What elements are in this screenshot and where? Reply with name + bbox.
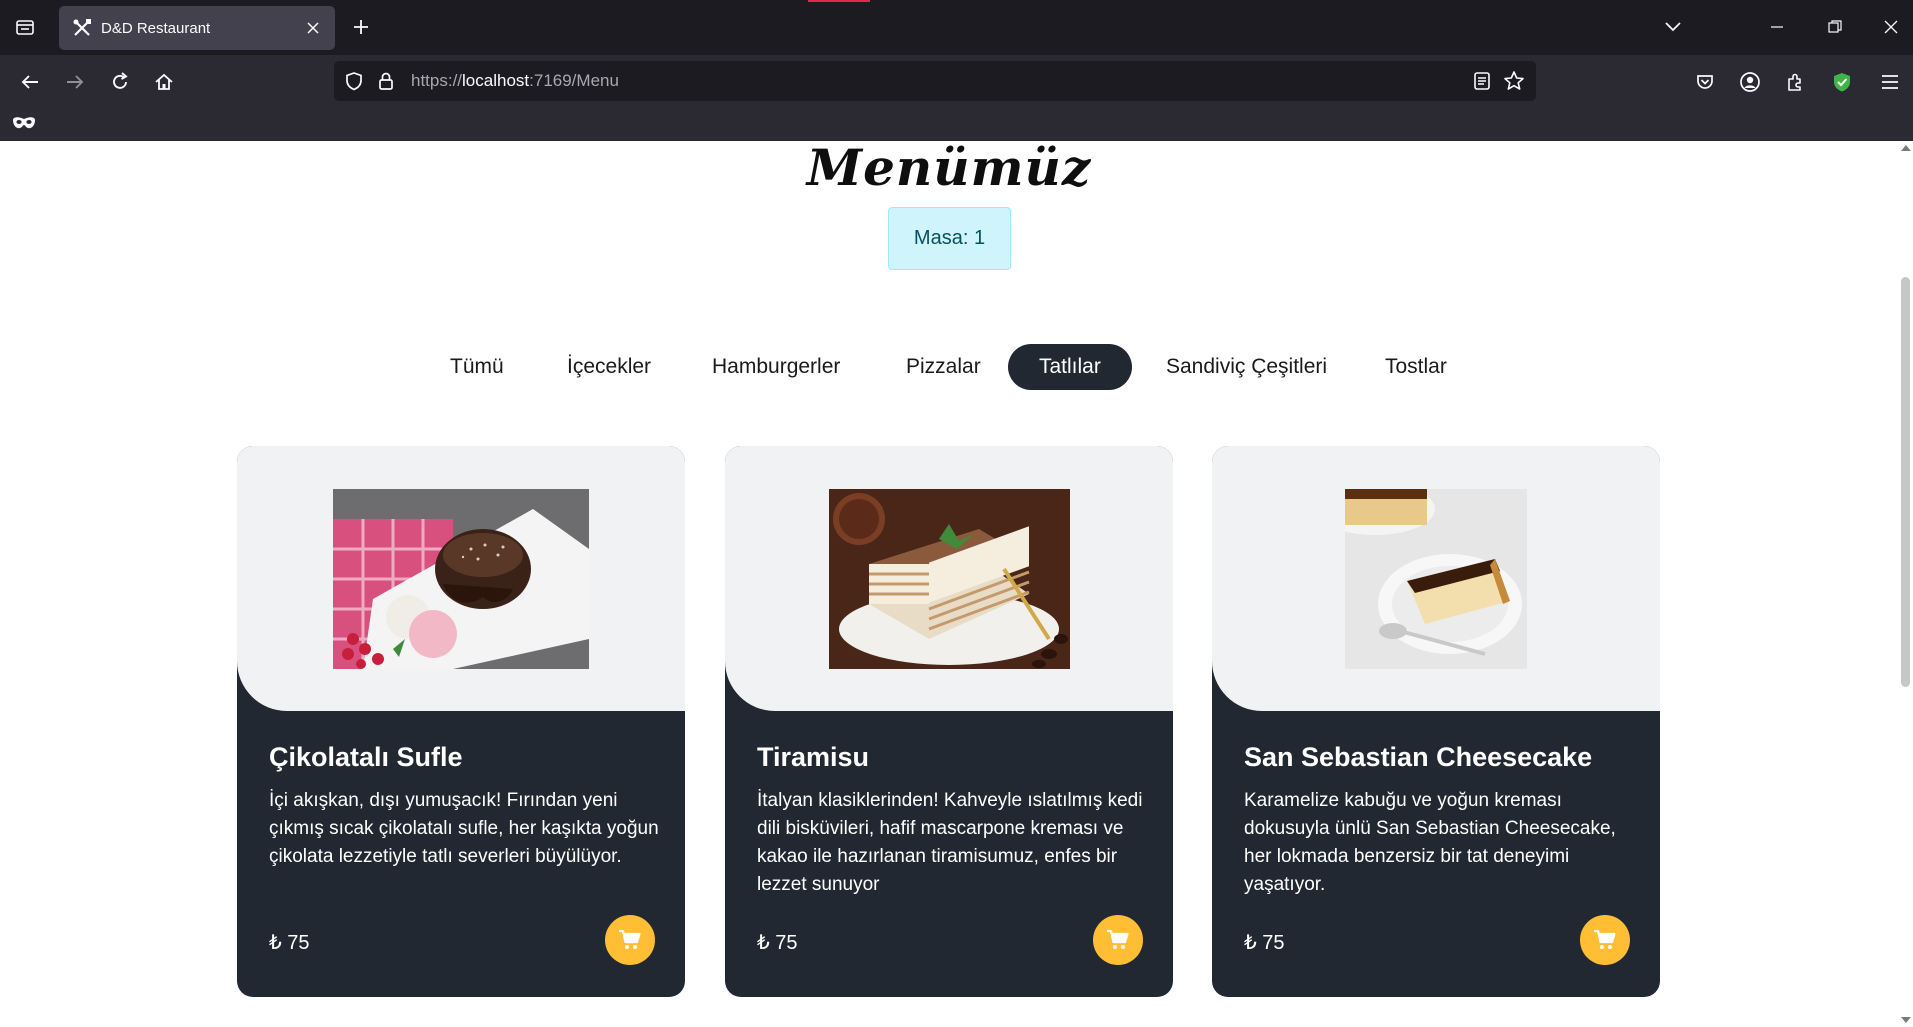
menu-item-card: Tiramisu İtalyan klasiklerinden! Kahveyl… (725, 446, 1173, 997)
restaurant-favicon-icon (71, 17, 93, 39)
restore-icon[interactable] (1822, 14, 1848, 40)
item-name: Çikolatalı Sufle (269, 742, 463, 772)
new-tab-icon[interactable] (348, 14, 374, 40)
reload-icon[interactable] (106, 68, 134, 96)
url-path: :7169/Menu (529, 71, 619, 90)
filter-tumu[interactable]: Tümü (419, 344, 535, 390)
extensions-icon[interactable] (1781, 68, 1809, 96)
url-bar[interactable]: https://localhost:7169/Menu (334, 61, 1536, 101)
list-tabs-icon[interactable] (1660, 14, 1686, 40)
item-price: ₺ 75 (269, 932, 310, 954)
menu-item-card: Çikolatalı Sufle İçi akışkan, dışı yumuş… (237, 446, 685, 997)
back-icon[interactable] (16, 68, 44, 96)
window-close-icon[interactable] (1878, 14, 1904, 40)
pocket-icon[interactable] (1691, 68, 1719, 96)
adblock-icon[interactable] (1828, 68, 1856, 96)
page-viewport: Menümüz Masa: 1 Tümü İçecekler Hamburger… (0, 141, 1898, 1027)
filter-tatlilar[interactable]: Tatlılar (1008, 344, 1132, 390)
filter-icecekler[interactable]: İçecekler (536, 344, 682, 390)
item-image-area (725, 446, 1173, 711)
bookmarks-toolbar (0, 107, 1913, 141)
scroll-up-arrow-icon[interactable] (1901, 145, 1911, 151)
item-description: Karamelize kabuğu ve yoğun kreması dokus… (1244, 790, 1616, 895)
browser-tab-bar: D&D Restaurant (0, 0, 1913, 55)
table-number-badge: Masa: 1 (888, 207, 1011, 270)
scroll-down-arrow-icon[interactable] (1901, 1017, 1911, 1023)
item-description: İçi akışkan, dışı yumuşacık! Fırından ye… (269, 790, 659, 867)
url-scheme: https:// (411, 71, 463, 90)
browser-navigation-bar: https://localhost:7169/Menu (0, 55, 1913, 107)
add-to-cart-button[interactable] (1093, 915, 1143, 965)
browser-tab-active[interactable]: D&D Restaurant (59, 6, 335, 50)
cart-icon (1107, 929, 1129, 949)
item-price: ₺ 75 (757, 932, 798, 954)
bookmark-star-icon[interactable] (1502, 69, 1526, 93)
cheesecake-image (1345, 488, 1527, 669)
tiramisu-image (828, 488, 1070, 669)
filter-tostlar[interactable]: Tostlar (1354, 344, 1478, 390)
url-text[interactable]: https://localhost:7169/Menu (411, 61, 619, 101)
home-icon[interactable] (150, 68, 178, 96)
tab-indicator (808, 0, 870, 2)
item-name: San Sebastian Cheesecake (1244, 742, 1593, 772)
item-image-area (1212, 446, 1660, 711)
tab-title: D&D Restaurant (101, 19, 211, 37)
item-price: ₺ 75 (1244, 932, 1285, 954)
item-image-area (237, 446, 685, 711)
reader-view-icon[interactable] (1470, 69, 1494, 93)
category-filter-bar: Tümü İçecekler Hamburgerler Pizzalar Tat… (0, 344, 1898, 390)
forward-icon[interactable] (61, 68, 89, 96)
menu-icon[interactable] (1876, 68, 1904, 96)
minimize-icon[interactable] (1764, 14, 1790, 40)
url-host: localhost (462, 71, 530, 90)
tab-list-icon[interactable] (12, 14, 38, 40)
item-name: Tiramisu (757, 742, 870, 772)
lava-cake-image (333, 488, 589, 669)
page-title: Menümüz (806, 141, 1092, 197)
filter-pizzalar[interactable]: Pizzalar (875, 344, 1012, 390)
filter-sandivic-cesitleri[interactable]: Sandiviç Çeşitleri (1135, 344, 1358, 390)
item-description: İtalyan klasiklerinden! Kahveyle ıslatıl… (757, 790, 1143, 895)
shield-icon[interactable] (342, 69, 366, 93)
add-to-cart-button[interactable] (1580, 915, 1630, 965)
filter-hamburgerler[interactable]: Hamburgerler (681, 344, 871, 390)
cart-icon (1594, 929, 1616, 949)
page-scrollbar[interactable] (1898, 141, 1913, 1027)
menu-item-card: San Sebastian Cheesecake Karamelize kabu… (1212, 446, 1660, 997)
scrollbar-thumb[interactable] (1901, 277, 1910, 687)
add-to-cart-button[interactable] (605, 915, 655, 965)
close-icon[interactable] (303, 18, 323, 38)
private-mask-icon (12, 115, 36, 135)
cart-icon (619, 929, 641, 949)
account-icon[interactable] (1736, 68, 1764, 96)
lock-icon[interactable] (374, 69, 398, 93)
